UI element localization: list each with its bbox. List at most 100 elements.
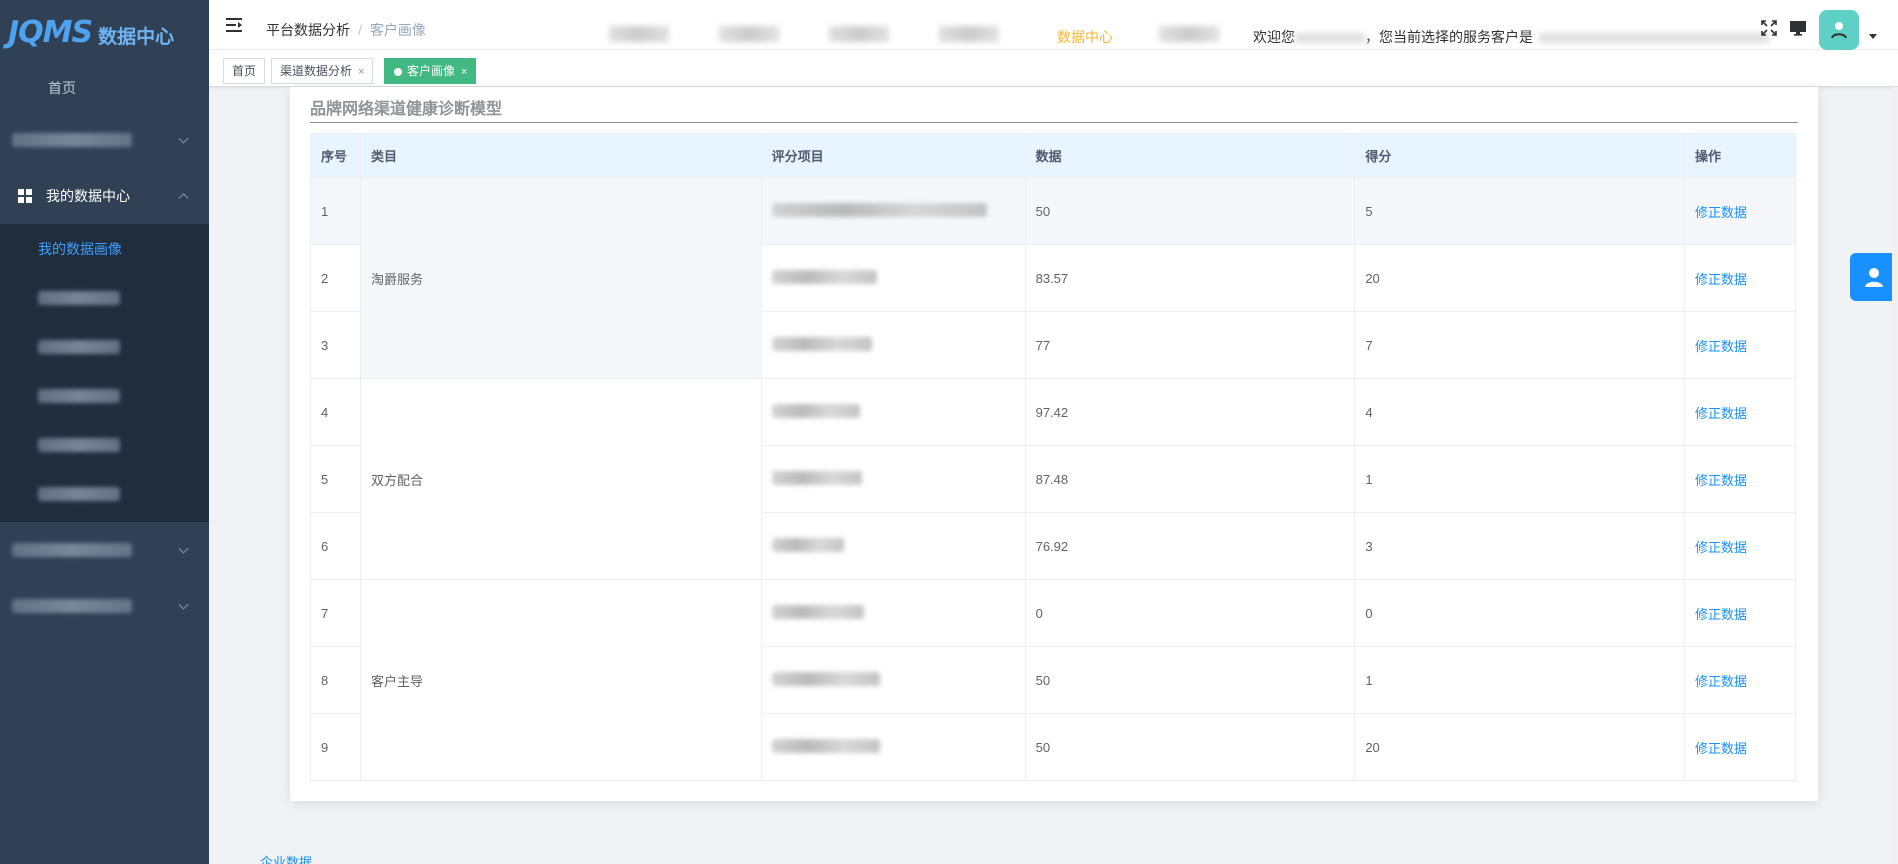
- redacted-label: [38, 437, 120, 452]
- row-number: 2: [310, 244, 361, 312]
- row-number: 6: [310, 512, 361, 580]
- redacted-customer: [1539, 33, 1769, 44]
- health-score-table: 序号 类目 评分项目 数据 得分 操作 1 淘爵服务 50 5 修正数据 2 8…: [310, 133, 1796, 781]
- redacted-item: [771, 537, 844, 552]
- sidebar-item-collapsed-1[interactable]: [0, 112, 209, 168]
- enterprise-data-link[interactable]: 企业数据: [260, 852, 312, 864]
- sidebar-subitem-my-data-profile[interactable]: 我的数据画像: [0, 224, 209, 273]
- dashboard-icon: [18, 189, 32, 203]
- tag-channel-analysis[interactable]: 渠道数据分析 ×: [271, 58, 374, 84]
- column-header: 序号: [310, 133, 361, 178]
- sidebar-item-home[interactable]: 首页: [0, 64, 209, 112]
- tag-home[interactable]: 首页: [223, 58, 266, 84]
- breadcrumb-item-current: 客户画像: [369, 22, 426, 38]
- chevron-up-icon: [178, 193, 189, 204]
- close-icon[interactable]: ×: [358, 66, 364, 78]
- sidebar-subitem[interactable]: [0, 273, 209, 322]
- sidebar: JQMS 数据中心 首页 我的数据中心 我的数据画像: [0, 0, 209, 864]
- sidebar-subitem[interactable]: [0, 420, 209, 469]
- sidebar-subitem[interactable]: [0, 371, 209, 420]
- section-title: 品牌网络渠道健康诊断模型: [310, 101, 503, 118]
- redacted-item: [771, 403, 860, 418]
- fix-data-link[interactable]: 修正数据: [1695, 473, 1747, 488]
- fix-data-link[interactable]: 修正数据: [1695, 674, 1747, 689]
- tags-view: 首页 渠道数据分析 × 客户画像 ×: [209, 50, 1898, 87]
- score-item: [760, 244, 1026, 312]
- redacted-item: [771, 671, 880, 686]
- data-value: 50: [1024, 713, 1356, 781]
- sidebar-item-collapsed-3[interactable]: [0, 578, 209, 634]
- action-cell: 修正数据: [1684, 713, 1796, 781]
- redacted-label: [12, 543, 132, 557]
- sidebar-subitem[interactable]: [0, 322, 209, 371]
- fix-data-link[interactable]: 修正数据: [1695, 540, 1747, 555]
- data-value: 97.42: [1024, 378, 1356, 446]
- column-header: 数据: [1024, 133, 1356, 178]
- close-icon[interactable]: ×: [461, 66, 467, 78]
- redacted-label: [12, 599, 132, 613]
- row-number: 4: [310, 378, 361, 446]
- column-header: 操作: [1684, 133, 1796, 178]
- score-item: [760, 713, 1026, 781]
- action-cell: 修正数据: [1684, 579, 1796, 647]
- tag-label: 首页: [232, 64, 257, 78]
- redacted-item: [771, 604, 864, 619]
- submenu: 我的数据画像: [0, 224, 209, 522]
- redacted-nav-link[interactable]: [939, 26, 999, 42]
- redacted-nav-link[interactable]: [719, 26, 779, 42]
- logo-mark: JQMS: [8, 14, 93, 50]
- redacted-nav-link[interactable]: [609, 26, 669, 42]
- action-cell: 修正数据: [1684, 311, 1796, 379]
- column-header: 得分: [1354, 133, 1686, 178]
- redacted-item: [771, 470, 862, 485]
- sidebar-item-label: 首页: [48, 80, 76, 96]
- row-number: 5: [310, 445, 361, 513]
- nav-link-data-center[interactable]: 数据中心: [1057, 27, 1113, 47]
- table-row: 1 淘爵服务 50 5 修正数据: [310, 177, 1796, 379]
- table-row: 7 客户主导 0 0 修正数据: [310, 579, 1796, 781]
- action-cell: 修正数据: [1684, 378, 1796, 446]
- redacted-nav-link[interactable]: [1159, 26, 1219, 42]
- fix-data-link[interactable]: 修正数据: [1695, 272, 1747, 287]
- logo-text: 数据中心: [98, 26, 175, 48]
- score-item: [760, 445, 1026, 513]
- redacted-label: [38, 486, 120, 501]
- table-row: 4 双方配合 97.42 4 修正数据: [310, 378, 1796, 580]
- redacted-label: [38, 339, 120, 354]
- fix-data-link[interactable]: 修正数据: [1695, 205, 1747, 220]
- score-item: [760, 311, 1026, 379]
- column-header: 评分项目: [760, 133, 1026, 178]
- hamburger-icon[interactable]: [226, 18, 242, 32]
- fix-data-link[interactable]: 修正数据: [1695, 607, 1747, 622]
- redacted-label: [38, 290, 120, 305]
- table-header-row: 序号 类目 评分项目 数据 得分 操作: [310, 133, 1796, 178]
- scrollbar[interactable]: [1892, 87, 1898, 864]
- sidebar-subitem[interactable]: [0, 469, 209, 518]
- avatar[interactable]: [1819, 10, 1859, 50]
- redacted-label: [38, 388, 120, 403]
- fullscreen-icon[interactable]: [1761, 20, 1777, 36]
- monitor-icon[interactable]: [1789, 20, 1807, 36]
- logo[interactable]: JQMS 数据中心: [0, 0, 209, 64]
- sidebar-subitem-label: 我的数据画像: [38, 240, 122, 257]
- tag-customer-profile[interactable]: 客户画像 ×: [384, 58, 477, 84]
- breadcrumb-item[interactable]: 平台数据分析: [266, 22, 350, 38]
- category-cell: 淘爵服务: [359, 177, 762, 379]
- score-value: 5: [1354, 177, 1686, 245]
- fix-data-link[interactable]: 修正数据: [1695, 406, 1747, 421]
- score-value: 7: [1354, 311, 1686, 379]
- sidebar-item-collapsed-2[interactable]: [0, 522, 209, 578]
- floating-user-button[interactable]: [1850, 253, 1898, 301]
- sidebar-item-my-data-center[interactable]: 我的数据中心: [0, 168, 209, 224]
- row-number: 7: [310, 579, 361, 647]
- redacted-nav-link[interactable]: [829, 26, 889, 42]
- data-value: 87.48: [1024, 445, 1356, 513]
- fix-data-link[interactable]: 修正数据: [1695, 339, 1747, 354]
- category-cell: 双方配合: [359, 378, 762, 580]
- caret-down-icon[interactable]: [1869, 34, 1877, 39]
- redacted-item: [771, 269, 877, 284]
- score-item: [760, 378, 1026, 446]
- score-value: 4: [1354, 378, 1686, 446]
- score-item: [760, 579, 1026, 647]
- fix-data-link[interactable]: 修正数据: [1695, 741, 1747, 756]
